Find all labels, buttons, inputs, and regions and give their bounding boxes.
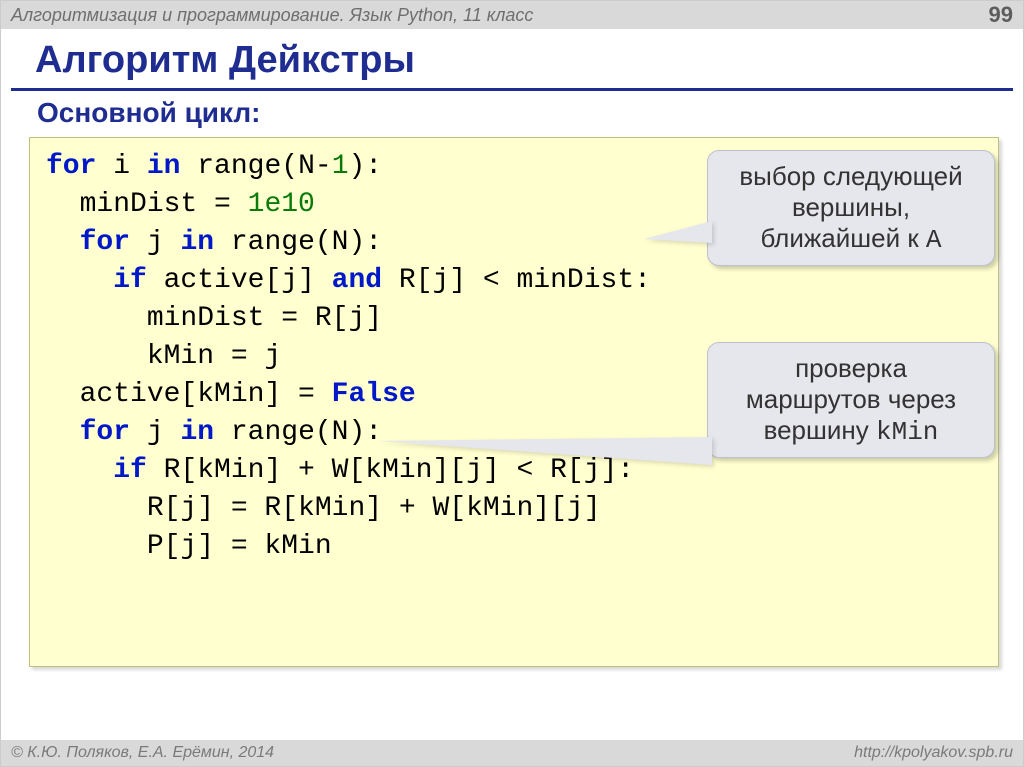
num: 1 [332,151,349,182]
code-text: j [130,417,180,448]
kw-in: in [180,417,214,448]
code-text [46,455,113,486]
callout-line: вершину kMin [728,415,974,447]
kw-for: for [46,151,96,182]
code-text: R[j] = R[kMin] + W[kMin][j] [46,493,601,524]
callout-line: проверка [728,353,974,384]
kw-for: for [80,227,130,258]
footer-copyright: © К.Ю. Поляков, Е.А. Ерёмин, 2014 [11,744,274,762]
code-text: kMin = j [46,341,281,372]
callout-text: вершину [764,415,876,445]
callout-line: выбор следующей [728,161,974,192]
num: 1e10 [248,189,315,220]
code-text: active[j] [147,265,332,296]
code-text: range(N): [214,227,382,258]
subtitle: Основной цикл: [1,91,1023,133]
header-bar: Алгоритмизация и программирование. Язык … [1,1,1023,29]
callout-tail [644,221,712,243]
code-text [46,227,80,258]
slide-title: Алгоритм Дейкстры [1,29,1023,88]
code-text: ): [349,151,383,182]
footer-url: http://kpolyakov.spb.ru [854,744,1013,762]
callout-text: ближайшей к [760,223,925,253]
kw-in: in [180,227,214,258]
kw-in: in [147,151,181,182]
code-text: minDist = [46,189,248,220]
code-text: range(N): [214,417,382,448]
callout-line: маршрутов через [728,384,974,415]
code-text: j [130,227,180,258]
callout-tail [378,437,712,465]
callout-select-vertex: выбор следующей вершины, ближайшей к A [707,150,995,266]
callout-line: ближайшей к A [728,223,974,255]
code-text: P[j] = kMin [46,531,332,562]
callout-mono: A [926,225,942,255]
code-text: R[j] < minDist: [382,265,651,296]
bool-false: False [332,379,416,410]
callout-mono: kMin [876,417,938,447]
code-text [46,265,113,296]
page-number: 99 [989,2,1013,28]
code-text [46,417,80,448]
callout-line: вершины, [728,192,974,223]
code-text: active[kMin] = [46,379,332,410]
code-text: range(N- [180,151,331,182]
kw-for: for [80,417,130,448]
code-text: minDist = R[j] [46,303,382,334]
course-title: Алгоритмизация и программирование. Язык … [11,5,533,26]
kw-if: if [113,265,147,296]
code-text: i [96,151,146,182]
slide: Алгоритмизация и программирование. Язык … [0,0,1024,767]
footer-bar: © К.Ю. Поляков, Е.А. Ерёмин, 2014 http:/… [1,740,1023,766]
kw-if: if [113,455,147,486]
kw-and: and [332,265,382,296]
callout-check-routes: проверка маршрутов через вершину kMin [707,342,995,458]
